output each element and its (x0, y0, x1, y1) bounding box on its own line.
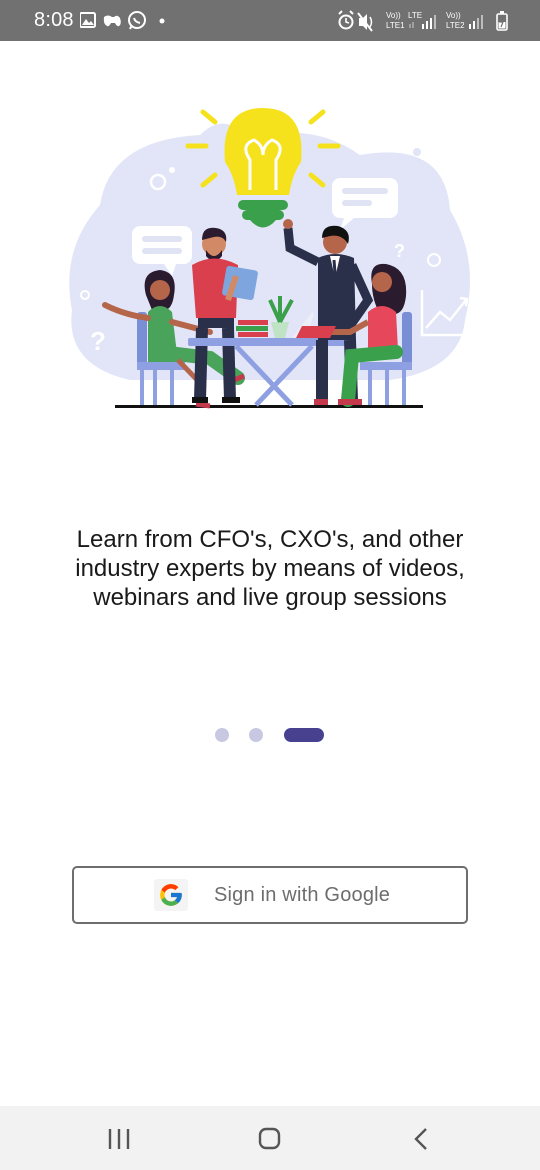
home-icon[interactable] (250, 1124, 290, 1154)
sim2-volte-label: Vo)) (446, 11, 461, 20)
page-dot-2[interactable] (249, 728, 263, 742)
google-logo-icon (154, 879, 188, 911)
status-right-icons: Vo)) LTE LTE1 Vo)) LTE2 (338, 10, 508, 32)
volte-lte1-signal-icon: Vo)) LTE LTE1 (386, 11, 436, 30)
image-icon (80, 12, 96, 28)
page-dot-3-active[interactable] (284, 728, 324, 742)
whatsapp-icon (128, 11, 146, 30)
notification-dot-icon (159, 18, 165, 24)
floor-line (115, 405, 423, 408)
sim1-slot-label: LTE1 (386, 21, 405, 30)
volte-lte2-signal-icon: Vo)) LTE2 (446, 11, 483, 30)
decor-dot (169, 167, 175, 173)
sign-in-with-google-button[interactable]: Sign in with Google (72, 866, 468, 924)
onboarding-screen: 8:08 Vo)) LTE LTE1 Vo)) LTE2 ? ? Learn f… (0, 0, 540, 1170)
system-nav-bar (0, 1106, 540, 1170)
sim2-slot-label: LTE2 (446, 21, 465, 30)
sim1-volte-label: Vo)) (386, 11, 401, 20)
back-icon[interactable] (401, 1124, 441, 1154)
sim1-lte-label: LTE (408, 11, 422, 20)
alarm-icon (338, 10, 354, 30)
sign-in-label: Sign in with Google (214, 884, 391, 906)
page-indicator (0, 728, 540, 742)
decor-dot (413, 148, 421, 156)
team-meeting-illustration: ? ? (69, 108, 470, 409)
game-controller-icon (103, 15, 121, 27)
onboarding-message: Learn from CFO's, CXO's, and other indus… (75, 526, 465, 611)
status-left-icons (80, 11, 165, 30)
battery-charging-icon (496, 11, 508, 31)
status-bar: 8:08 Vo)) LTE LTE1 Vo)) LTE2 (0, 0, 540, 41)
page-dot-1[interactable] (215, 728, 229, 742)
mute-icon (357, 12, 373, 32)
status-time: 8:08 (34, 9, 74, 31)
question-mark-icon: ? (90, 326, 106, 356)
recents-icon[interactable] (99, 1124, 139, 1154)
question-mark-icon: ? (394, 241, 405, 261)
